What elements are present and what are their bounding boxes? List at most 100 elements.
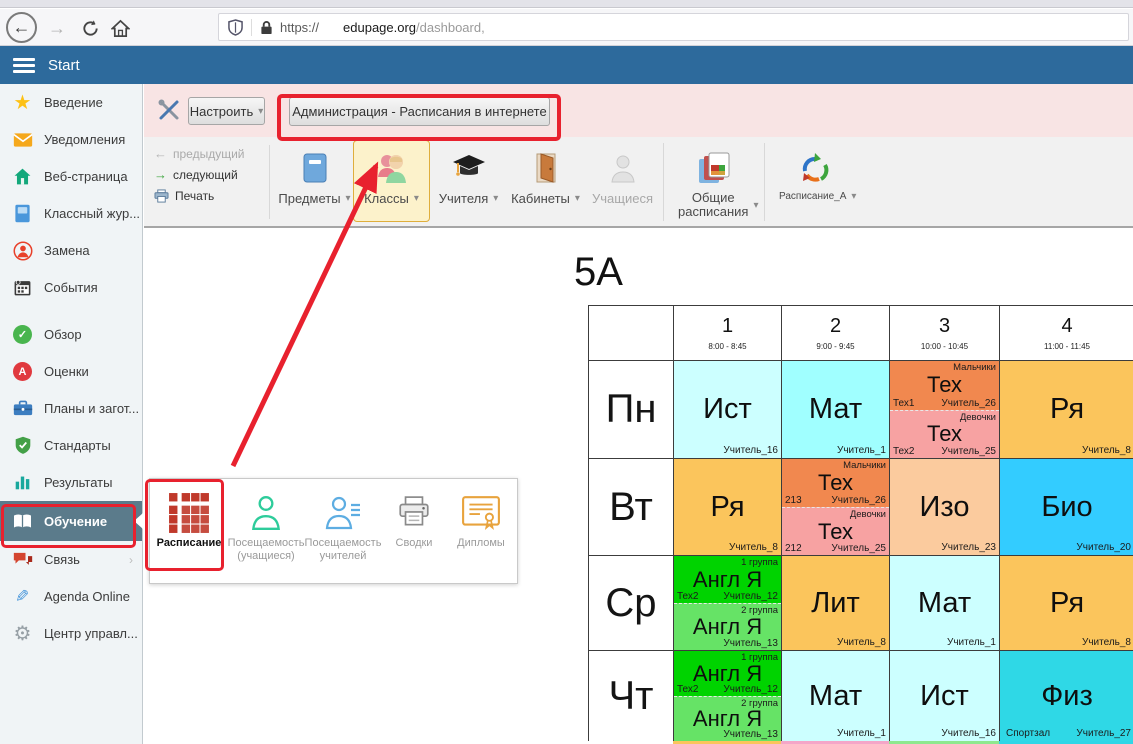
subject-label: Мат [918,587,971,620]
reload-button[interactable] [78,16,102,40]
url-scheme: https:// [280,20,319,35]
popup-item-attendance-teachers[interactable]: Посещаемость учителей [304,479,382,583]
toolbar-divider [269,145,270,219]
teacher-label: Учитель_1 [837,445,886,456]
popup-item-attendance-students[interactable]: Посещаемость (учащиеся) [228,479,304,583]
group-label: 2 группа [741,698,778,709]
subject-label: Ист [920,680,969,713]
popup-item-diplomy[interactable]: Дипломы [446,479,516,583]
subject-label: Ист [703,393,752,426]
previous-link[interactable]: ← предыдущий [154,143,245,164]
sidebar-item-uvedomleniya[interactable]: Уведомления [0,121,142,158]
room-label: Тех2 [893,446,914,457]
subject-label: Англ Я [693,661,762,687]
sidebar-item-webpage[interactable]: Веб-страница [0,158,142,195]
app-title: Start [48,57,80,74]
next-link[interactable]: → следующий [154,164,245,185]
subject-label: Ря [710,491,744,524]
popup-item-raspisanie[interactable]: Расписание [150,479,228,583]
lesson-half[interactable]: 2 группа Англ Я Учитель_13 [674,603,781,650]
admin-timetables-button[interactable]: Администрация - Расписания в интернете [289,97,550,126]
sidebar-group-gap [0,306,142,316]
lesson-cell[interactable]: Ря Учитель_8 [1000,361,1133,459]
sidebar-item-zamena[interactable]: Замена [0,232,142,269]
sidebar-item-label: Введение [44,95,103,110]
room-label: Спортзал [1006,728,1050,739]
lesson-cell[interactable]: Ист Учитель_16 [890,651,1000,742]
lesson-half[interactable]: Девочки Тех Тех2 Учитель_25 [890,410,999,459]
url-bar[interactable]: https:// edupage.org /dashboard, [218,13,1129,41]
sidebar-item-vvedenie[interactable]: Введение [0,84,142,121]
lesson-half[interactable]: 2 группа Англ Я Учитель_13 [674,696,781,741]
menu-icon[interactable] [13,58,35,73]
lesson-cell[interactable]: Мат Учитель_1 [782,361,890,459]
lesson-half[interactable]: Девочки Тех 212 Учитель_25 [782,507,889,555]
print-link[interactable]: Печать [154,185,245,206]
lesson-cell[interactable]: Изо Учитель_23 [890,459,1000,556]
subject-label: Ря [1050,393,1084,426]
tab-subjects[interactable]: Предметы [276,140,353,222]
sidebar-item-rezultaty[interactable]: Результаты [0,464,142,501]
sidebar-item-agenda[interactable]: Agenda Online [0,578,142,615]
sidebar-item-class-register[interactable]: Классный жур... [0,195,142,232]
teacher-label: Учитель_16 [723,445,778,456]
back-button[interactable]: ← [6,12,37,43]
teachers-cap-icon [451,148,487,188]
teacher-label: Учитель_8 [1082,637,1131,648]
lesson-cell[interactable]: Ря Учитель_8 [1000,556,1133,651]
day-cell: Чт [589,651,674,742]
day-cell: Ср [589,556,674,651]
lesson-cell-split: 1 группа Англ Я Тех2 Учитель_12 2 группа… [674,556,782,651]
teacher-label: Учитель_23 [941,542,996,553]
subject-label: Тех [818,519,853,545]
lesson-half[interactable]: 1 группа Англ Я Тех2 Учитель_12 [674,651,781,696]
lesson-cell-split: Мальчики Тех 213 Учитель_26 Девочки Тех … [782,459,890,556]
lesson-cell[interactable]: Лит Учитель_8 [782,556,890,651]
tab-students[interactable]: Учащиеся [584,140,661,222]
forward-icon: → [48,18,66,39]
tab-classrooms[interactable]: Кабинеты [507,140,584,222]
sidebar-item-label: Оценки [44,364,89,379]
home-button[interactable] [108,16,132,40]
sidebar-item-standarty[interactable]: Стандарты [0,427,142,464]
house-icon [12,166,33,187]
configure-button[interactable]: Настроить [188,97,265,125]
sidebar-item-plany[interactable]: Планы и загот... [0,390,142,427]
lesson-cell[interactable]: Ря Учитель_8 [674,459,782,556]
sidebar-item-svyaz[interactable]: Связь › [0,541,142,578]
lesson-cell[interactable]: Мат Учитель_1 [890,556,1000,651]
home-icon [111,19,130,38]
sidebar-item-control-center[interactable]: Центр управл... [0,615,142,652]
lesson-cell[interactable]: Мат Учитель_1 [782,651,890,742]
sidebar-item-label: Уведомления [44,132,125,147]
tools-icon[interactable] [157,98,181,122]
period-header: 1 8:00 - 8:45 [674,306,782,361]
printer-icon [154,189,169,203]
tab-teachers[interactable]: Учителя [430,140,507,222]
tab-summary-timetables[interactable]: Общие расписания [666,140,762,222]
sidebar-item-ocenki[interactable]: A Оценки [0,353,142,390]
lesson-cell[interactable]: Ист Учитель_16 [674,361,782,459]
popup-item-svodki[interactable]: Сводки [382,479,446,583]
subject-label: Физ [1041,680,1093,713]
lesson-cell[interactable]: Био Учитель_20 [1000,459,1133,556]
lesson-half[interactable]: Мальчики Тех Тех1 Учитель_26 [890,361,999,410]
subject-label: Мат [809,393,862,426]
lesson-half[interactable]: Мальчики Тех 213 Учитель_26 [782,459,889,507]
sidebar: Введение Уведомления Веб-страница Классн… [0,84,143,744]
lock-icon[interactable] [260,20,273,35]
day-cell: Вт [589,459,674,556]
lesson-half[interactable]: 1 группа Англ Я Тех2 Учитель_12 [674,556,781,603]
url-path: /dashboard, [416,20,485,35]
tab-timetable-a[interactable]: Расписание_А [767,140,863,222]
sidebar-item-obzor[interactable]: ✓ Обзор [0,316,142,353]
tracking-shield-icon[interactable] [228,19,243,36]
forward-button[interactable]: → [45,16,69,40]
tab-classes[interactable]: Классы [353,140,430,222]
sidebar-item-obuchenie[interactable]: Обучение [0,501,142,541]
subjects-book-icon [301,148,329,188]
view-tabs: Предметы Классы Учителя Кабинеты [276,140,863,222]
sidebar-item-sobytiya[interactable]: События [0,269,142,306]
teacher-label: Учитель_26 [831,495,886,506]
lesson-cell[interactable]: Физ Спортзал Учитель_27 [1000,651,1133,742]
